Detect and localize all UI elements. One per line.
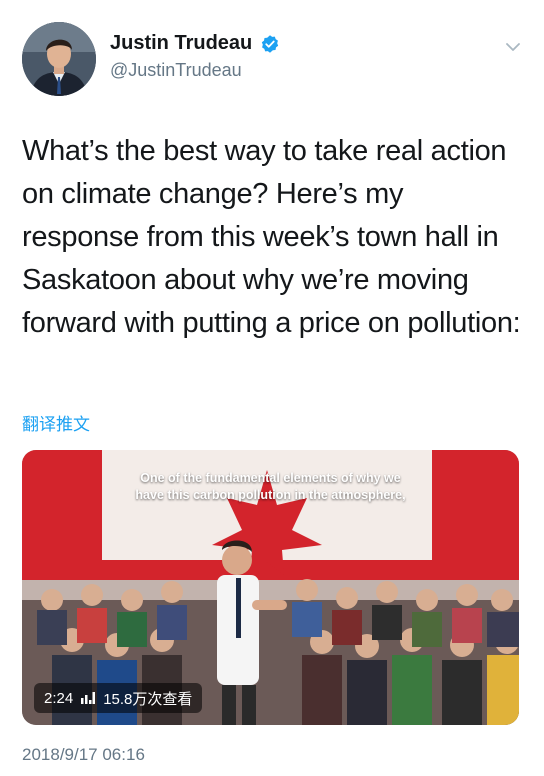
video-subtitle-line-1: One of the fundamental elements of why w… [140, 471, 401, 485]
video-subtitle-line-2: have this carbon pollution in the atmosp… [135, 488, 406, 502]
verified-badge-icon [262, 34, 279, 53]
author-display-name[interactable]: Justin Trudeau [110, 32, 252, 55]
tweet-text: What’s the best way to take real action … [22, 135, 521, 339]
video-subtitle: One of the fundamental elements of why w… [22, 470, 519, 504]
author-handle[interactable]: @JustinTrudeau [110, 60, 242, 81]
chevron-down-icon[interactable] [504, 38, 522, 56]
tweet-card: Justin Trudeau @JustinTrudeau What’s the… [0, 0, 544, 776]
tweet-timestamp[interactable]: 2018/9/17 06:16 [22, 745, 145, 765]
view-count-icon [81, 692, 96, 704]
avatar[interactable] [22, 22, 96, 96]
video-view-count: 15.8万次查看 [103, 690, 193, 708]
avatar-image [22, 22, 96, 96]
video-duration: 2:24 [44, 689, 74, 707]
video-player[interactable]: One of the fundamental elements of why w… [22, 450, 519, 725]
translate-tweet-link[interactable]: 翻译推文 [22, 410, 90, 435]
video-meta-badge: 2:24 15.8万次查看 [34, 683, 203, 713]
author-name-row[interactable]: Justin Trudeau [110, 32, 280, 55]
